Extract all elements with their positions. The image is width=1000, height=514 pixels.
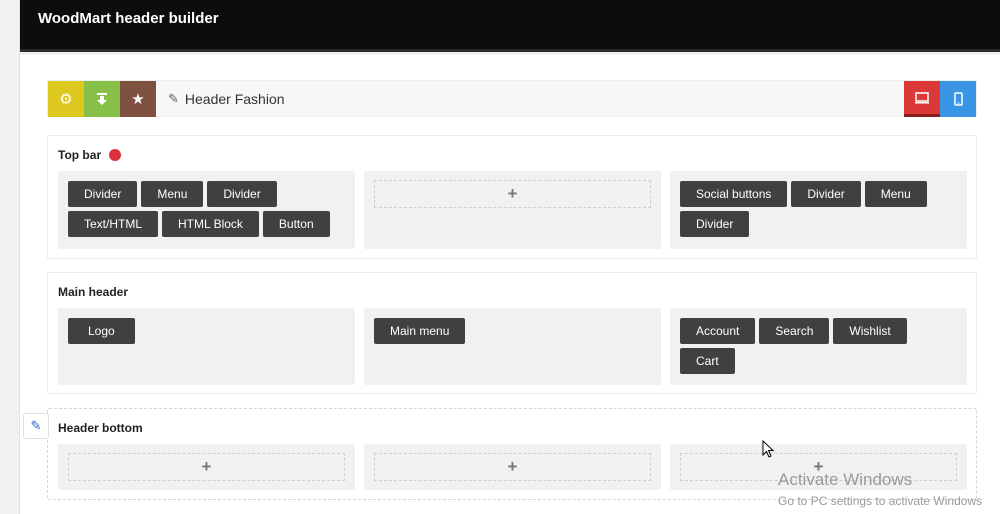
- column-middle: +: [364, 171, 661, 249]
- element-divider[interactable]: Divider: [68, 181, 138, 207]
- element-social-buttons[interactable]: Social buttons: [680, 181, 788, 207]
- element-text-html[interactable]: Text/HTML: [68, 211, 159, 237]
- status-dot[interactable]: [109, 149, 122, 161]
- element-main-menu[interactable]: Main menu: [374, 318, 466, 344]
- header-toolbar: ⚙ ★ ✎ Header Fashion: [47, 80, 977, 117]
- gear-icon: ⚙: [59, 91, 73, 108]
- desktop-icon: [915, 91, 929, 103]
- header-name-label: Header Fashion: [184, 91, 285, 107]
- add-element-button[interactable]: +: [680, 453, 957, 481]
- row-title-header-bottom: Header bottom: [58, 421, 143, 435]
- plus-icon: +: [813, 457, 824, 476]
- element-account[interactable]: Account: [680, 318, 756, 344]
- plus-icon: +: [507, 457, 518, 476]
- row-title-main-header: Main header: [58, 285, 128, 299]
- add-element-button[interactable]: +: [374, 453, 651, 481]
- element-search[interactable]: Search: [759, 318, 830, 344]
- download-icon: [97, 92, 107, 105]
- row-title-label: Main header: [58, 285, 129, 299]
- mobile-view-button[interactable]: [940, 81, 976, 117]
- element-divider[interactable]: Divider: [791, 181, 861, 207]
- desktop-view-button[interactable]: [904, 81, 940, 117]
- row-header-bottom: Header bottom + + +: [47, 408, 977, 500]
- import-button[interactable]: [84, 81, 120, 117]
- row-title-label: Header bottom: [58, 421, 143, 435]
- star-icon: ★: [131, 91, 145, 108]
- element-logo[interactable]: Logo: [68, 318, 135, 344]
- element-html-block[interactable]: HTML Block: [162, 211, 259, 237]
- row-title-label: Top bar: [58, 148, 102, 162]
- edit-row-button[interactable]: ✎: [23, 413, 49, 439]
- pencil-icon: ✎: [168, 91, 179, 106]
- favorite-button[interactable]: ★: [120, 81, 156, 117]
- row-title-top-bar: Top bar: [58, 148, 122, 162]
- element-button[interactable]: Button: [262, 211, 330, 237]
- element-wishlist[interactable]: Wishlist: [833, 318, 907, 344]
- mouse-cursor-icon: [762, 440, 774, 458]
- add-element-button[interactable]: +: [374, 180, 651, 208]
- left-strip: [0, 0, 20, 514]
- column-middle: Main menu: [364, 308, 661, 385]
- settings-button[interactable]: ⚙: [48, 81, 84, 117]
- app-header: WoodMart header builder: [20, 0, 1000, 52]
- app-title: WoodMart header builder: [38, 10, 219, 27]
- mobile-icon: [953, 92, 963, 106]
- column-left: Logo: [58, 308, 355, 385]
- element-menu[interactable]: Menu: [864, 181, 927, 207]
- column-right: Account Search Wishlist Cart: [670, 308, 967, 385]
- row-main-header: Main header Logo Main menu Account Searc…: [47, 272, 977, 394]
- element-cart[interactable]: Cart: [680, 348, 735, 374]
- column-left: Divider Menu Divider Text/HTML HTML Bloc…: [58, 171, 355, 249]
- row-top-bar: Top bar Divider Menu Divider Text/HTML H…: [47, 135, 977, 259]
- element-divider[interactable]: Divider: [207, 181, 277, 207]
- add-element-button[interactable]: +: [68, 453, 345, 481]
- column-left: +: [58, 444, 355, 490]
- builder-area: ⚙ ★ ✎ Header Fashion Top bar Divider Men…: [20, 55, 1000, 514]
- column-right: +: [670, 444, 967, 490]
- element-divider[interactable]: Divider: [680, 211, 750, 237]
- pencil-icon: ✎: [30, 418, 42, 433]
- column-right: Social buttons Divider Menu Divider: [670, 171, 967, 249]
- header-name[interactable]: ✎ Header Fashion: [168, 91, 285, 107]
- column-middle: +: [364, 444, 661, 490]
- plus-icon: +: [507, 184, 518, 203]
- plus-icon: +: [201, 457, 212, 476]
- element-menu[interactable]: Menu: [141, 181, 204, 207]
